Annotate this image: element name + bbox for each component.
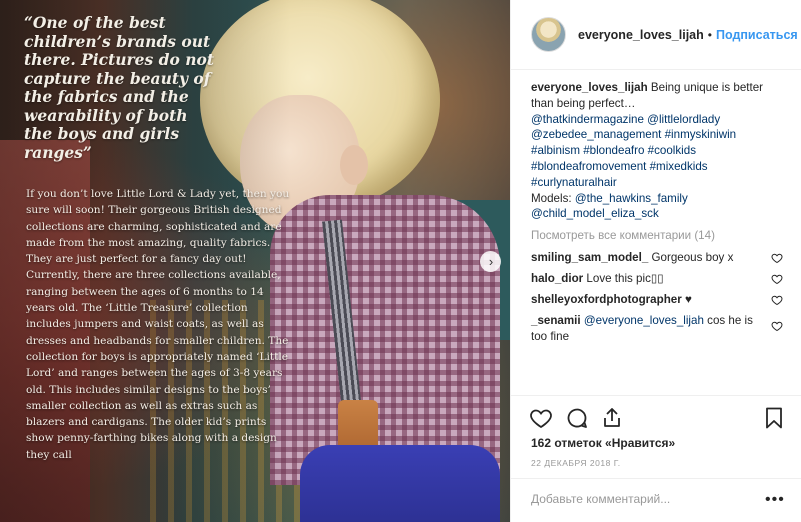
caption-tags-line[interactable]: @thatkindermagazine @littlelordlady	[531, 112, 781, 128]
photo-quote-text: “One of the best children’s brands out t…	[24, 13, 215, 162]
post-header: everyone_loves_lijah • Подписаться	[511, 0, 801, 70]
caption-tags-line[interactable]: #albinism #blondeafro #coolkids	[531, 143, 781, 159]
post-action-bar	[511, 395, 801, 439]
comment-username[interactable]: shelleyoxfordphotographer	[531, 293, 682, 306]
post-date: 22 ДЕКАБРЯ 2018 Г.	[531, 458, 621, 468]
add-comment-bar: •••	[511, 478, 801, 522]
follow-button[interactable]: Подписаться	[716, 28, 798, 42]
caption-tags-line[interactable]: #curlynaturalhair	[531, 175, 781, 191]
comment-item: _senamii @everyone_loves_lijah cos he is…	[531, 313, 767, 345]
comment-icon[interactable]	[565, 406, 589, 430]
heart-icon[interactable]	[529, 406, 553, 430]
header-username[interactable]: everyone_loves_lijah	[578, 28, 704, 42]
caption-username[interactable]: everyone_loves_lijah	[531, 81, 648, 94]
comment-username[interactable]: smiling_sam_model_	[531, 251, 648, 264]
comment-username[interactable]: _senamii	[531, 314, 581, 327]
next-photo-button[interactable]: ›	[480, 251, 501, 272]
comment-mention[interactable]: @everyone_loves_lijah	[584, 314, 704, 327]
article-paragraph: If you don’t love Little Lord & Lady yet…	[26, 188, 290, 266]
chevron-right-icon: ›	[488, 254, 494, 269]
comment-text: Love this pic▯▯	[586, 272, 664, 285]
comment-text: Gorgeous boy x	[651, 251, 734, 264]
post-caption: everyone_loves_lijah Being unique is bet…	[531, 80, 781, 222]
comment-item: shelleyoxfordphotographer ♥	[531, 292, 771, 308]
post-photo[interactable]: “One of the best children’s brands out t…	[0, 0, 510, 522]
photo-article-text: If you don’t love Little Lord & Lady yet…	[26, 186, 294, 463]
caption-models-mention[interactable]: @the_hawkins_family	[575, 192, 688, 205]
more-options-button[interactable]: •••	[765, 492, 785, 508]
comment-like-heart-icon[interactable]	[771, 294, 783, 306]
avatar[interactable]	[531, 17, 566, 52]
photo-child-shirt	[270, 195, 500, 485]
bookmark-icon[interactable]	[762, 406, 786, 430]
caption-tags-line[interactable]: @zebedee_management #inmyskiniwin	[531, 127, 781, 143]
comment-like-heart-icon[interactable]	[771, 252, 783, 264]
post-side-panel: everyone_loves_lijah • Подписаться every…	[510, 0, 801, 522]
comment-text: ♥	[684, 293, 692, 306]
share-icon[interactable]	[600, 406, 624, 430]
comment-item: halo_dior Love this pic▯▯	[531, 271, 771, 287]
header-separator: •	[707, 27, 712, 42]
comment-input[interactable]	[531, 492, 751, 506]
comment-like-heart-icon[interactable]	[771, 273, 783, 285]
comment-item: smiling_sam_model_ Gorgeous boy x	[531, 250, 771, 266]
photo-child-trousers	[300, 445, 500, 522]
comment-username[interactable]: halo_dior	[531, 272, 583, 285]
photo-child-ear	[340, 145, 368, 185]
view-all-comments-link[interactable]: Посмотреть все комментарии (14)	[531, 229, 715, 242]
article-paragraph: Currently, there are three collections a…	[26, 269, 289, 461]
caption-models-mention[interactable]: @child_model_eliza_sck	[531, 206, 781, 222]
likes-count[interactable]: 162 отметок «Нравится»	[531, 436, 675, 450]
caption-tags-line[interactable]: #blondeafromovement #mixedkids	[531, 159, 781, 175]
caption-models-label: Models:	[531, 191, 572, 205]
comment-like-heart-icon[interactable]	[771, 320, 783, 332]
